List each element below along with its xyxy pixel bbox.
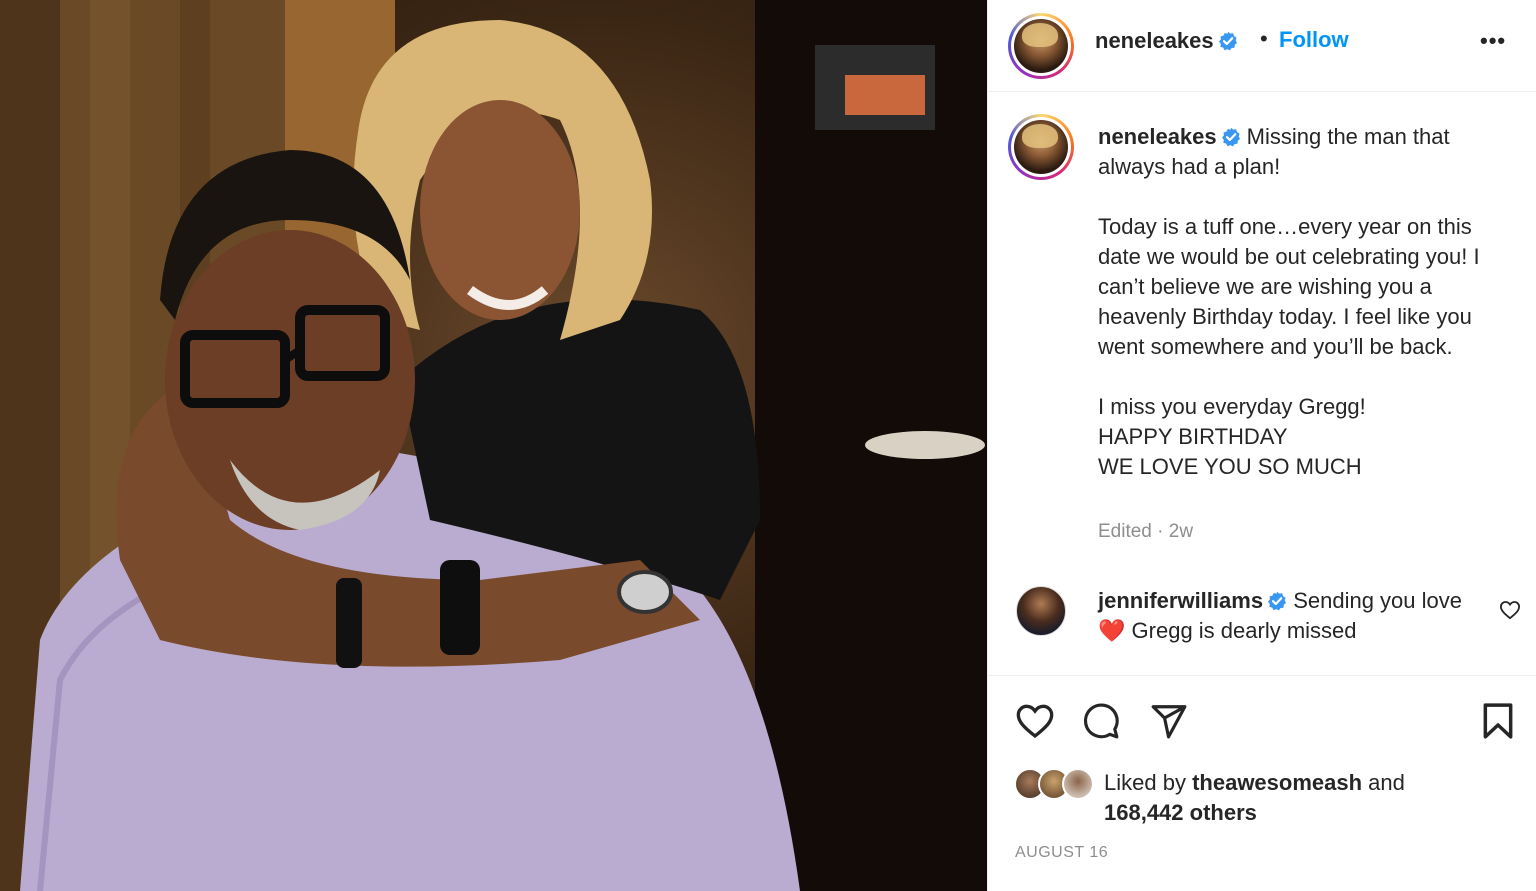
author-username-text[interactable]: neneleakes bbox=[1095, 28, 1214, 53]
likes-conjunction: and bbox=[1368, 770, 1405, 795]
comment-item: jenniferwilliams Sending you love ❤️ Gre… bbox=[988, 584, 1536, 674]
post-header: neneleakes • Follow ••• bbox=[988, 0, 1536, 92]
red-heart-emoji: ❤️ bbox=[1098, 618, 1126, 643]
author-username[interactable]: neneleakes bbox=[1095, 28, 1238, 54]
caption-author-avatar[interactable] bbox=[1008, 114, 1074, 180]
caption-meta: Edited · 2w bbox=[1098, 521, 1194, 542]
comment-body-end: Gregg is dearly missed bbox=[1131, 618, 1357, 643]
header-separator: • bbox=[1260, 26, 1268, 51]
liker-avatars[interactable] bbox=[1014, 768, 1104, 800]
share-icon[interactable] bbox=[1150, 702, 1188, 740]
commenter-username[interactable]: jenniferwilliams bbox=[1098, 588, 1287, 613]
commenter-avatar[interactable] bbox=[1016, 586, 1066, 636]
follow-button[interactable]: Follow bbox=[1279, 27, 1349, 53]
comment-icon[interactable] bbox=[1082, 702, 1120, 740]
more-options-icon[interactable]: ••• bbox=[1480, 28, 1506, 54]
caption-body: Missing the man that always had a plan! … bbox=[1098, 124, 1480, 479]
comment-like-icon[interactable] bbox=[1499, 600, 1521, 620]
photo-illustration bbox=[0, 0, 987, 891]
action-bar: Liked by theawesomeash and 168,442 other… bbox=[988, 675, 1536, 891]
caption-author-username[interactable]: neneleakes bbox=[1098, 124, 1241, 149]
comment-text: jenniferwilliams Sending you love ❤️ Gre… bbox=[1098, 586, 1478, 646]
comment-body-start: Sending you love bbox=[1293, 588, 1462, 613]
likes-prefix: Liked by bbox=[1104, 770, 1186, 795]
comments-area: neneleakes Missing the man that always ha… bbox=[988, 92, 1536, 675]
likes-text: Liked by theawesomeash and 168,442 other… bbox=[1104, 768, 1464, 828]
post-photo[interactable] bbox=[0, 0, 987, 891]
top-liker-link[interactable]: theawesomeash bbox=[1192, 770, 1362, 795]
verified-badge-icon bbox=[1218, 31, 1237, 51]
verified-badge-icon bbox=[1268, 591, 1287, 611]
caption-author-text[interactable]: neneleakes bbox=[1098, 124, 1217, 149]
author-avatar[interactable] bbox=[1008, 13, 1074, 79]
verified-badge-icon bbox=[1221, 127, 1240, 147]
liker-avatar[interactable] bbox=[1062, 768, 1094, 800]
likes-count-link[interactable]: 168,442 others bbox=[1104, 800, 1257, 825]
caption: neneleakes Missing the man that always ha… bbox=[1098, 122, 1498, 482]
post-side-panel: neneleakes • Follow ••• neneleakes Missin… bbox=[987, 0, 1536, 891]
like-icon[interactable] bbox=[1015, 702, 1055, 740]
save-icon[interactable] bbox=[1481, 702, 1515, 740]
post-date[interactable]: AUGUST 16 bbox=[1015, 844, 1108, 862]
commenter-username-text[interactable]: jenniferwilliams bbox=[1098, 588, 1263, 613]
